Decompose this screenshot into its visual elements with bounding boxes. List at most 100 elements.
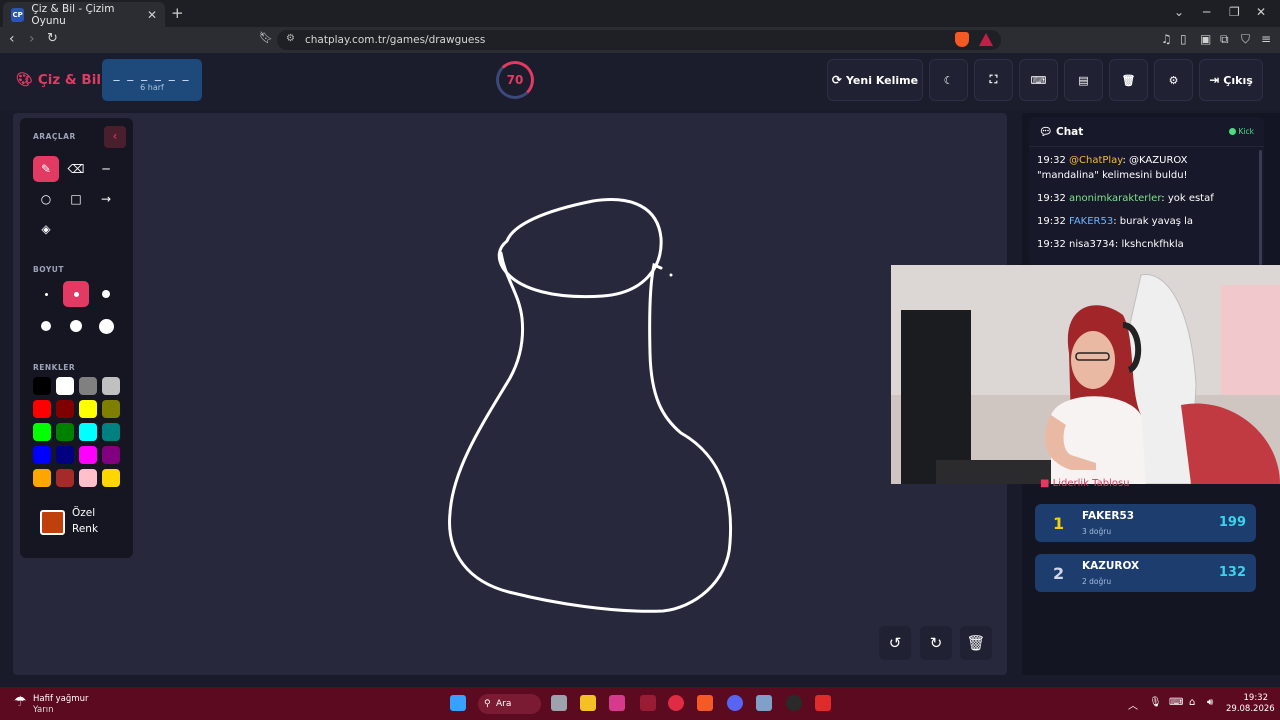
vpn-icon[interactable]: ⛉: [1241, 32, 1250, 47]
taskbar-search[interactable]: ⚲ Ara: [478, 694, 541, 714]
color-swatch[interactable]: [79, 400, 97, 418]
color-swatch[interactable]: [79, 469, 97, 487]
live-dot-icon: [1228, 128, 1236, 135]
theme-toggle-button[interactable]: ☾: [929, 59, 968, 101]
site-settings-icon[interactable]: ⚙: [286, 33, 295, 44]
rectangle-tool[interactable]: □: [63, 186, 89, 212]
menu-icon[interactable]: ≡: [1261, 32, 1271, 46]
close-window-icon[interactable]: ✕: [1256, 5, 1266, 19]
system-clock[interactable]: 19:32 29.08.2026: [1226, 693, 1275, 715]
discord-icon[interactable]: [727, 695, 743, 711]
color-swatch[interactable]: [102, 469, 120, 487]
brave-rewards-icon[interactable]: [979, 33, 993, 46]
drawing-canvas[interactable]: [13, 113, 1007, 675]
pencil-tool[interactable]: ✎: [33, 156, 59, 182]
undo-button[interactable]: ↺: [879, 626, 911, 660]
new-tab-button[interactable]: +: [171, 4, 184, 22]
app-icon[interactable]: [640, 695, 656, 711]
media-icon[interactable]: ♫: [1161, 32, 1172, 46]
instagram-icon[interactable]: [609, 695, 625, 711]
bookmark-icon[interactable]: 🔖︎: [259, 31, 273, 44]
color-swatch[interactable]: [56, 400, 74, 418]
close-tab-icon[interactable]: ✕: [147, 8, 157, 22]
chevron-up-icon[interactable]: ︿: [1128, 697, 1138, 712]
volume-icon[interactable]: 🔊︎: [1207, 697, 1213, 708]
file-explorer-icon[interactable]: [580, 695, 596, 711]
color-swatch[interactable]: [33, 446, 51, 464]
color-swatch[interactable]: [56, 469, 74, 487]
chat-user[interactable]: FAKER53: [1069, 216, 1113, 227]
url-field[interactable]: ⚙ chatplay.com.tr/games/drawguess: [277, 30, 1001, 50]
redo-button[interactable]: ↻: [920, 626, 952, 660]
fullscreen-button[interactable]: ⛶: [974, 59, 1013, 101]
wallet-icon[interactable]: ▣: [1200, 32, 1211, 46]
color-swatch[interactable]: [56, 423, 74, 441]
color-swatch[interactable]: [33, 469, 51, 487]
color-swatch[interactable]: [56, 446, 74, 464]
archive-button[interactable]: ▤: [1064, 59, 1103, 101]
color-swatch[interactable]: [33, 423, 51, 441]
leaderboard-title: ■ Liderlik Tablosu: [1040, 478, 1130, 489]
chat-user[interactable]: anonimkarakterler: [1069, 193, 1161, 204]
browser-tab[interactable]: CP Çiz & Bil - Çizim Oyunu ✕: [3, 2, 165, 27]
opera-icon[interactable]: [668, 695, 684, 711]
settings-button[interactable]: ⚙: [1154, 59, 1193, 101]
chat-scrollbar[interactable]: [1259, 150, 1262, 265]
color-swatch[interactable]: [33, 400, 51, 418]
circle-tool[interactable]: ○: [33, 186, 59, 212]
player-name: FAKER53: [1082, 510, 1135, 522]
keyboard-button[interactable]: ⌨: [1019, 59, 1058, 101]
collapse-panel-button[interactable]: ‹: [104, 126, 126, 148]
size-5-button[interactable]: [63, 313, 89, 339]
color-swatch[interactable]: [102, 400, 120, 418]
chat-user[interactable]: @ChatPlay: [1069, 155, 1123, 166]
size-1-button[interactable]: [33, 281, 59, 307]
chat-time: 19:32: [1037, 216, 1069, 227]
eraser-tool[interactable]: ⌫: [63, 156, 89, 182]
square-icon: □: [70, 192, 82, 206]
chat-messages: 19:32 @ChatPlay: @KAZUROX "mandalina" ke…: [1037, 153, 1252, 260]
line-tool[interactable]: ─: [93, 156, 119, 182]
color-swatch[interactable]: [79, 423, 97, 441]
tools-section-title: ARAÇLAR: [33, 132, 76, 141]
reload-icon[interactable]: ↻: [47, 31, 58, 46]
start-icon[interactable]: [450, 695, 466, 711]
size-2-button[interactable]: [63, 281, 89, 307]
color-swatch[interactable]: [102, 446, 120, 464]
minimize-icon[interactable]: ─: [1203, 5, 1210, 19]
obs-icon[interactable]: [786, 695, 802, 711]
weather-widget[interactable]: ☂ Hafif yağmur Yarın: [14, 694, 88, 716]
size-4-button[interactable]: [33, 313, 59, 339]
sidebar-icon[interactable]: ▯: [1180, 32, 1187, 46]
maximize-icon[interactable]: ❐: [1229, 5, 1240, 19]
color-swatch[interactable]: [79, 446, 97, 464]
clear-canvas-button[interactable]: 🗑︎: [960, 626, 992, 660]
custom-color-label[interactable]: Özel Renk: [72, 505, 98, 537]
tab-list-icon[interactable]: ⌄: [1174, 5, 1184, 19]
app-icon-2[interactable]: [756, 695, 772, 711]
forward-icon[interactable]: ›: [29, 31, 35, 47]
brave-shields-icon[interactable]: [955, 32, 969, 47]
custom-color-swatch[interactable]: [40, 510, 65, 535]
size-3-button[interactable]: [93, 281, 119, 307]
color-swatch[interactable]: [79, 377, 97, 395]
task-view-icon[interactable]: [551, 695, 567, 711]
exit-button[interactable]: ⇥ Çıkış: [1199, 59, 1263, 101]
chat-user[interactable]: nisa3734: [1069, 239, 1115, 250]
color-swatch[interactable]: [56, 377, 74, 395]
app-icon-3[interactable]: [815, 695, 831, 711]
color-swatch[interactable]: [33, 377, 51, 395]
color-swatch[interactable]: [102, 377, 120, 395]
brave-taskbar-icon[interactable]: [697, 695, 713, 711]
new-word-button[interactable]: ⟳ Yeni Kelime: [827, 59, 923, 101]
fill-tool[interactable]: ◈: [33, 216, 59, 242]
microphone-icon[interactable]: 🎙︎: [1149, 697, 1162, 708]
extensions-icon[interactable]: ⧉: [1220, 32, 1229, 47]
size-6-button[interactable]: [93, 313, 119, 339]
keyboard-tray-icon[interactable]: ⌨: [1169, 697, 1183, 708]
color-swatch[interactable]: [102, 423, 120, 441]
network-icon[interactable]: ⌂: [1189, 697, 1195, 708]
delete-button[interactable]: 🗑︎: [1109, 59, 1148, 101]
arrow-tool[interactable]: →: [93, 186, 119, 212]
back-icon[interactable]: ‹: [9, 31, 15, 47]
